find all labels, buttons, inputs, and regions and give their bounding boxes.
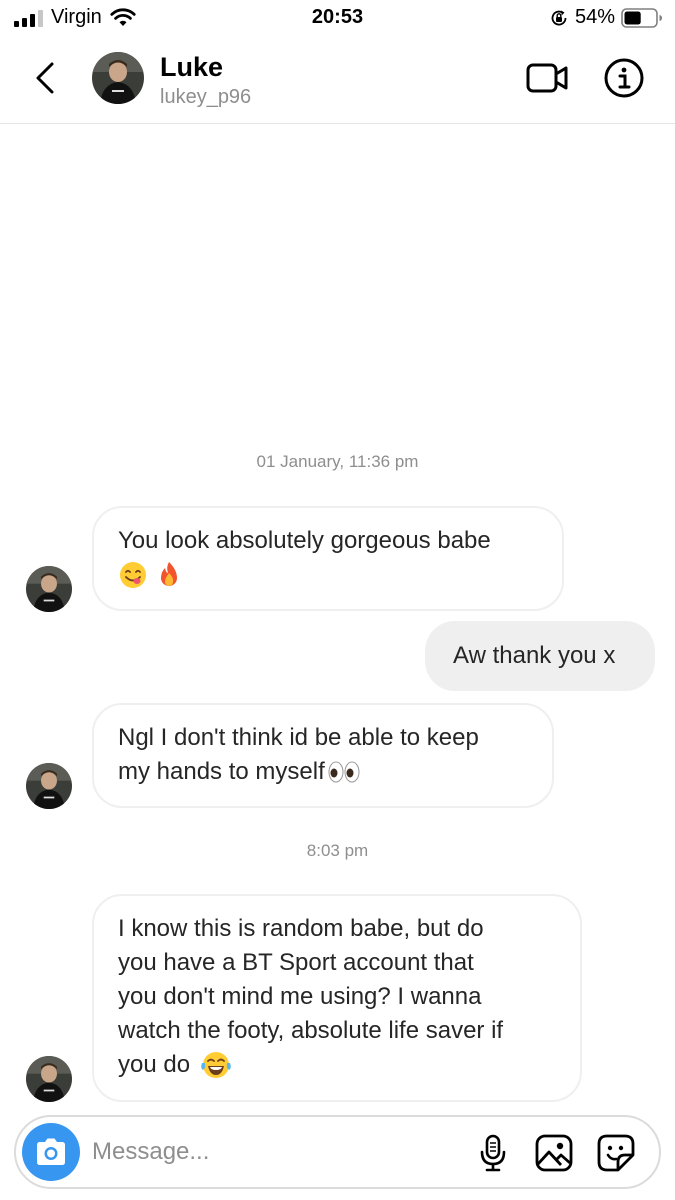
yum-face-emoji	[120, 562, 146, 588]
avatar[interactable]	[26, 566, 72, 612]
message-emojis	[118, 558, 538, 592]
message-text: you don't mind me using? I wanna	[118, 983, 482, 1010]
message-text: watch the footy, absolute life saver if	[118, 1017, 504, 1044]
message-text: You look absolutely gorgeous babe	[118, 527, 491, 554]
battery-icon	[621, 7, 662, 28]
profile-photo	[26, 1056, 72, 1102]
message-timestamp: 8:03 pm	[306, 841, 369, 860]
gallery-icon[interactable]	[534, 1133, 574, 1173]
microphone-icon[interactable]	[478, 1133, 508, 1173]
avatar[interactable]	[92, 52, 144, 104]
message-text-line: my hands to myself	[118, 755, 528, 789]
orientation-lock-icon	[551, 10, 567, 25]
sticker-icon[interactable]	[596, 1133, 636, 1173]
message-timestamp: 01 January, 11:36 pm	[256, 452, 419, 471]
video-call-icon[interactable]	[524, 58, 570, 98]
eyes-emoji	[328, 761, 360, 783]
profile-photo	[26, 566, 72, 612]
contact-name[interactable]: Luke	[160, 52, 223, 83]
profile-photo	[26, 763, 72, 809]
tears-of-joy-emoji	[201, 1052, 231, 1078]
message-text: Ngl I don't think id be able to keep	[118, 724, 479, 751]
avatar[interactable]	[26, 763, 72, 809]
message-composer	[14, 1115, 661, 1189]
chat-header: Luke lukey_p96	[0, 40, 675, 124]
back-button[interactable]	[28, 58, 64, 98]
message-text: Aw thank you x	[453, 642, 616, 669]
message-input[interactable]	[92, 1117, 452, 1187]
incoming-message[interactable]: You look absolutely gorgeous babe	[92, 506, 564, 611]
message-text: you do	[118, 1051, 191, 1078]
incoming-message[interactable]: I know this is random babe, but do you h…	[92, 894, 582, 1102]
contact-username[interactable]: lukey_p96	[160, 86, 251, 109]
fire-emoji	[161, 562, 177, 586]
camera-button[interactable]	[22, 1123, 80, 1181]
outgoing-message[interactable]: Aw thank you x	[425, 621, 655, 691]
message-text: you have a BT Sport account that	[118, 949, 474, 976]
status-bar: Virgin 20:53 54%	[0, 0, 675, 40]
incoming-message[interactable]: Ngl I don't think id be able to keep my …	[92, 703, 554, 808]
avatar[interactable]	[26, 1056, 72, 1102]
battery-percent: 54%	[574, 6, 615, 28]
message-text: my hands to myself	[118, 758, 325, 785]
info-icon[interactable]	[602, 56, 646, 100]
camera-icon	[37, 1138, 65, 1165]
status-right: 54%	[549, 6, 663, 29]
profile-photo	[92, 52, 144, 104]
message-text-line: you do	[118, 1048, 556, 1082]
message-text: I know this is random babe, but do	[118, 915, 484, 942]
